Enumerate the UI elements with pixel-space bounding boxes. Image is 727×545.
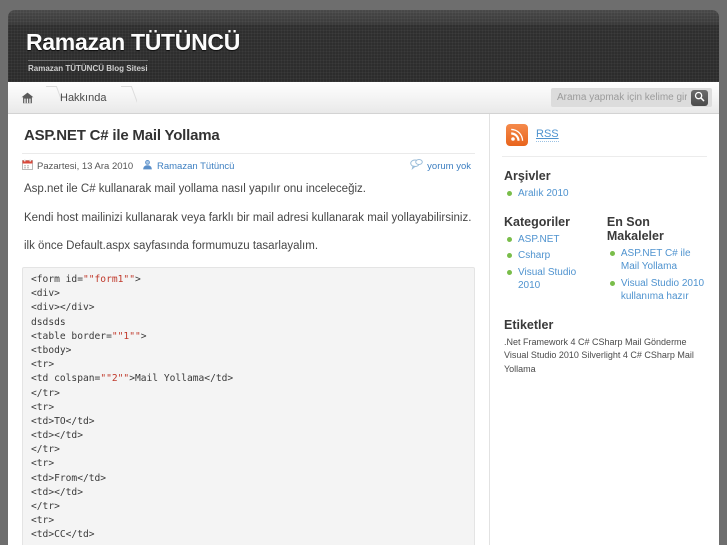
category-link[interactable]: ASP.NET xyxy=(518,234,560,245)
blog-post: ASP.NET C# ile Mail Yollama Pazartesi, 1… xyxy=(8,114,489,545)
post-body: Asp.net ile C# kullanarak mail yollama n… xyxy=(8,173,489,255)
rss-link[interactable]: RSS xyxy=(536,128,559,142)
home-icon xyxy=(21,92,34,104)
sidebar-two-column: Kategoriler ASP.NET Csharp Visual Studio… xyxy=(502,203,707,306)
page-root: Ramazan TÜTÜNCÜ Ramazan TÜTÜNCÜ Blog Sit… xyxy=(0,0,727,545)
post-author: Ramazan Tütüncü xyxy=(142,159,234,173)
post-paragraph: Asp.net ile C# kullanarak mail yollama n… xyxy=(24,183,366,195)
post-date: Pazartesi, 13 Ara 2010 xyxy=(22,159,133,173)
nav-separator xyxy=(121,82,137,113)
sidebar: RSS Arşivler Aralık 2010 Kategoriler ASP… xyxy=(490,114,719,545)
categories-list: ASP.NET Csharp Visual Studio 2010 xyxy=(502,233,595,295)
sidebar-section-arsivler: Arşivler Aralık 2010 xyxy=(502,169,707,203)
search-input[interactable] xyxy=(551,89,691,106)
nav-home-link[interactable] xyxy=(8,82,46,113)
list-item[interactable]: Csharp xyxy=(506,249,595,265)
rss-icon xyxy=(506,124,528,146)
sidebar-heading-kategoriler: Kategoriler xyxy=(504,215,570,230)
list-item[interactable]: ASP.NET xyxy=(506,233,595,249)
post-comments-link[interactable]: yorum yok xyxy=(427,161,471,172)
post-author-link[interactable]: Ramazan Tütüncü xyxy=(157,161,234,172)
tag-cloud[interactable]: .Net Framework 4 C# CSharp Mail Gönderme… xyxy=(502,336,707,377)
list-item[interactable]: Visual Studio 2010 xyxy=(506,266,595,295)
page-title: ASP.NET C# ile Mail Yollama xyxy=(24,127,220,144)
nav-item-label: Hakkında xyxy=(60,91,107,104)
user-icon xyxy=(142,159,153,173)
rss-row[interactable]: RSS xyxy=(502,114,707,157)
list-item[interactable]: ASP.NET C# ile Mail Yollama xyxy=(609,247,707,276)
navigation-bar: Hakkında xyxy=(8,82,719,114)
post-comments: yorum yok xyxy=(410,159,471,173)
archive-link[interactable]: Aralık 2010 xyxy=(518,188,569,199)
code-block: <form id=""form1""> <div> <div></div> ds… xyxy=(22,267,475,545)
search-button[interactable] xyxy=(691,89,708,106)
category-link[interactable]: Visual Studio 2010 xyxy=(518,267,576,291)
nav-item-hakkinda[interactable]: Hakkında xyxy=(46,82,120,113)
post-paragraph: Kendi host mailinizi kullanarak veya far… xyxy=(24,211,472,224)
post-paragraph: ilk önce Default.aspx sayfasında formumu… xyxy=(24,240,319,253)
sidebar-section-kategoriler: Kategoriler ASP.NET Csharp Visual Studio… xyxy=(502,203,595,306)
recent-posts-list: ASP.NET C# ile Mail Yollama Visual Studi… xyxy=(605,247,707,306)
calendar-icon xyxy=(22,159,33,173)
list-item[interactable]: Aralık 2010 xyxy=(506,187,707,203)
archives-list: Aralık 2010 xyxy=(502,187,707,203)
list-item[interactable]: Visual Studio 2010 kullanıma hazır xyxy=(609,277,707,306)
sidebar-heading-arsivler: Arşivler xyxy=(504,169,551,183)
sidebar-heading-etiketler: Etiketler xyxy=(504,317,554,332)
site-tagline: Ramazan TÜTÜNCÜ Blog Sitesi xyxy=(28,60,148,73)
content-area: ASP.NET C# ile Mail Yollama Pazartesi, 1… xyxy=(8,114,719,545)
comment-bubble-icon xyxy=(410,159,423,173)
search-icon xyxy=(694,90,705,105)
sidebar-section-etiketler: Etiketler .Net Framework 4 C# CSharp Mai… xyxy=(502,318,707,377)
recent-post-link[interactable]: ASP.NET C# ile Mail Yollama xyxy=(621,248,691,272)
sidebar-heading-makaleler: En Son Makaleler xyxy=(606,215,664,244)
sidebar-section-makaleler: En Son Makaleler ASP.NET C# ile Mail Yol… xyxy=(605,203,707,306)
search-box xyxy=(551,88,712,107)
post-date-text: Pazartesi, 13 Ara 2010 xyxy=(37,160,134,172)
site-header: Ramazan TÜTÜNCÜ Ramazan TÜTÜNCÜ Blog Sit… xyxy=(8,10,719,82)
recent-post-link[interactable]: Visual Studio 2010 kullanıma hazır xyxy=(621,278,704,302)
site-title: Ramazan TÜTÜNCÜ xyxy=(26,29,241,55)
category-link[interactable]: Csharp xyxy=(518,250,550,261)
post-meta: Pazartesi, 13 Ara 2010 Ramazan Tütüncü y… xyxy=(22,153,475,173)
